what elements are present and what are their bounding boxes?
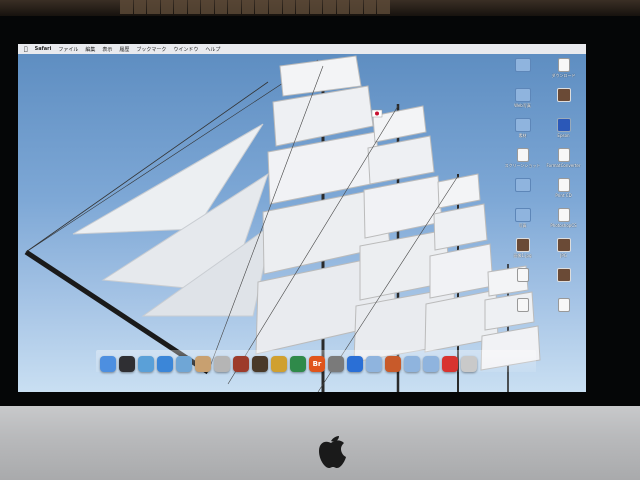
desktop-icon[interactable]: Epson: [545, 118, 582, 146]
dock-aperture-icon[interactable]: [271, 356, 287, 372]
desktop-icon-label: Epson: [557, 133, 570, 138]
tall-ship-wallpaper: [24, 55, 541, 392]
dock-dashboard-icon[interactable]: [119, 356, 135, 372]
desktop-icon[interactable]: スクリーンショット: [504, 148, 541, 176]
desktop-icon-label: 写真: [518, 223, 527, 228]
dock-photo-icon[interactable]: [214, 356, 230, 372]
dock-address-book-icon[interactable]: [195, 356, 211, 372]
dock-stop-app-icon[interactable]: [442, 356, 458, 372]
menu-window[interactable]: ウインドウ: [173, 46, 198, 53]
desktop-icon-label: 画像1.jpg: [513, 253, 532, 258]
desktop-icon-label: PhotoshopCS: [550, 223, 577, 228]
dock-iphoto-icon[interactable]: [233, 356, 249, 372]
desktop-icon[interactable]: 写真: [504, 208, 541, 236]
dock-folder-2-icon[interactable]: [423, 356, 439, 372]
desktop-icon[interactable]: [545, 88, 582, 116]
dock-folder-downloads-icon[interactable]: [404, 356, 420, 372]
apple-menu-icon[interactable]: : [24, 46, 28, 53]
desktop-icon-label: ダウンロード: [551, 73, 576, 78]
menu-bar:  Safari ファイル 編集 表示 履歴 ブックマーク ウインドウ ヘルプ: [18, 44, 586, 54]
books: [120, 0, 390, 14]
dock-folder-apps-icon[interactable]: [366, 356, 382, 372]
dock-bridge-icon[interactable]: Br: [309, 356, 325, 372]
img-icon: [556, 88, 571, 102]
desktop-icon[interactable]: ダウンロード: [545, 58, 582, 86]
dock-app-dark-icon[interactable]: [252, 356, 268, 372]
desktop-icon[interactable]: [545, 298, 582, 326]
desktop-icon[interactable]: PhotoshopCS: [545, 208, 582, 236]
doc-icon: [557, 298, 570, 312]
dock-preferences-icon[interactable]: [328, 356, 344, 372]
desktop-icon[interactable]: [545, 268, 582, 296]
desktop-icon[interactable]: Web写真: [504, 88, 541, 116]
desktop-icon-label: JPG: [560, 253, 567, 258]
desktop-icon[interactable]: FormatConverter: [545, 148, 582, 176]
dock-time-machine-icon[interactable]: [290, 356, 306, 372]
doc-icon: [557, 148, 570, 162]
desktop-icon-label: FormatConverter: [546, 163, 581, 168]
menu-bookmarks[interactable]: ブックマーク: [136, 46, 166, 53]
img-icon: [556, 238, 571, 252]
app-icon: [556, 118, 571, 132]
menu-history[interactable]: 履歴: [119, 46, 129, 53]
doc-icon: [516, 148, 529, 162]
desktop-icon-label: Web写真: [514, 103, 531, 108]
dock-folder-docs-icon[interactable]: [385, 356, 401, 372]
desktop-icon[interactable]: 素材: [504, 118, 541, 146]
doc-icon: [557, 178, 570, 192]
doc-icon: [557, 58, 570, 72]
desktop-icon[interactable]: [504, 178, 541, 206]
menu-help[interactable]: ヘルプ: [205, 46, 220, 53]
desktop-icon[interactable]: [504, 298, 541, 326]
desktop-icon-label: Print CD: [555, 193, 572, 198]
apple-logo-icon: [319, 436, 346, 468]
img-icon: [515, 238, 530, 252]
doc-icon: [516, 298, 529, 312]
doc-icon: [557, 208, 570, 222]
dock: Br: [96, 350, 536, 372]
folder-icon: [514, 208, 531, 222]
dock-preview-icon[interactable]: [138, 356, 154, 372]
dock-mail-icon[interactable]: [176, 356, 192, 372]
desktop-icon[interactable]: [504, 58, 541, 86]
desktop-icon[interactable]: Print CD: [545, 178, 582, 206]
folder-icon: [514, 88, 531, 102]
desktop-icons: ダウンロード Web写真素材 Epson スクリーンショット FormatConvert…: [504, 58, 582, 326]
dock-safari-icon[interactable]: [157, 356, 173, 372]
dock-app-store-icon[interactable]: [347, 356, 363, 372]
menu-app-name[interactable]: Safari: [35, 46, 52, 52]
background-bookshelf: [0, 0, 640, 16]
desktop-icon-label: スクリーンショット: [504, 163, 541, 168]
folder-icon: [514, 178, 531, 192]
desktop-icon[interactable]: JPG: [545, 238, 582, 266]
img-icon: [556, 268, 571, 282]
folder-icon: [514, 58, 531, 72]
desktop-screen:  Safari ファイル 編集 表示 履歴 ブックマーク ウインドウ ヘルプ: [18, 44, 586, 392]
desktop-icon[interactable]: [504, 268, 541, 296]
folder-icon: [514, 118, 531, 132]
desktop-icon-label: 素材: [518, 133, 527, 138]
dock-finder-icon[interactable]: [100, 356, 116, 372]
menu-edit[interactable]: 編集: [85, 46, 95, 53]
menu-file[interactable]: ファイル: [58, 46, 78, 53]
desktop-icon[interactable]: 画像1.jpg: [504, 238, 541, 266]
doc-icon: [516, 268, 529, 282]
dock-trash-icon[interactable]: [461, 356, 477, 372]
menu-view[interactable]: 表示: [102, 46, 112, 53]
